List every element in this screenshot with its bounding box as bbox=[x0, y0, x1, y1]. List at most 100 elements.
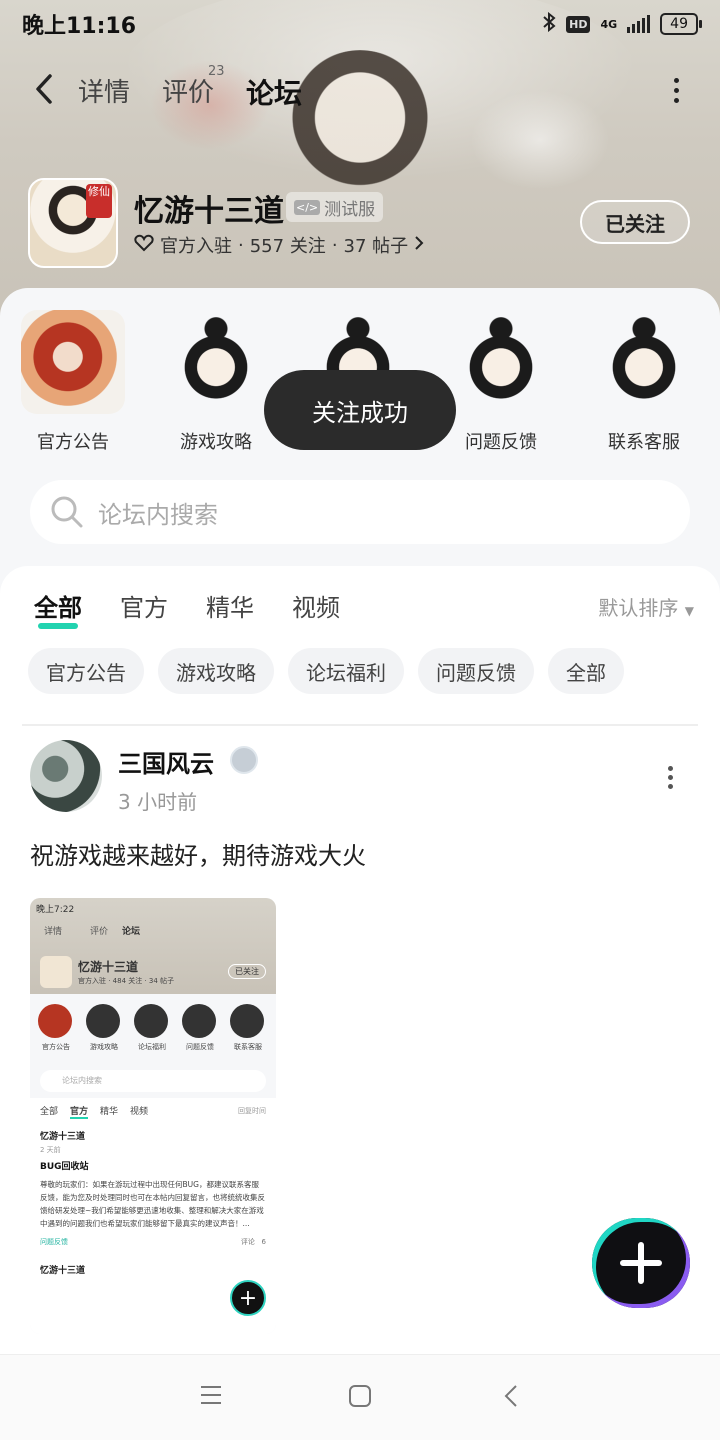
thumb-categories: 官方公告 游戏攻略 论坛福利 问题反馈 联系客服 bbox=[30, 994, 276, 1070]
followed-button[interactable]: 已关注 bbox=[580, 200, 690, 244]
game-icon: 修仙 bbox=[28, 178, 118, 268]
category-label: 游戏攻略 bbox=[180, 432, 252, 453]
author-avatar[interactable] bbox=[30, 740, 102, 812]
battery-icon: 49 bbox=[660, 13, 702, 35]
thumb-feed-tab: 精华 bbox=[100, 1107, 119, 1117]
thumb-sort: 回复时间 bbox=[238, 1107, 266, 1115]
thumb-tab: 详情 bbox=[44, 927, 63, 937]
category-label: 联系客服 bbox=[608, 432, 680, 453]
post-text: 祝游戏越来越好，期待游戏大火 bbox=[30, 842, 366, 870]
network-label: 4G bbox=[600, 17, 618, 31]
thumb-game-meta: 官方入驻 · 484 关注 · 34 帖子 bbox=[78, 977, 175, 985]
thumb-feed-tab: 官方 bbox=[70, 1104, 89, 1119]
post-count: 37 帖子 bbox=[343, 236, 409, 257]
review-count: 23 bbox=[208, 64, 225, 79]
hd-icon: HD bbox=[566, 15, 591, 33]
support-avatar bbox=[592, 310, 696, 414]
tab-reviews[interactable]: 评价 bbox=[162, 72, 214, 109]
thumb-comment: 评论 bbox=[240, 1238, 255, 1246]
category-feedback[interactable]: 问题反馈 bbox=[446, 310, 556, 454]
feed-tab-official[interactable]: 官方 bbox=[120, 588, 168, 623]
thumb-cat-label: 官方公告 bbox=[42, 1043, 70, 1051]
new-post-button[interactable] bbox=[592, 1218, 690, 1308]
game-icon-stamp: 修仙 bbox=[86, 184, 112, 218]
official-label: 官方入驻 bbox=[160, 236, 232, 257]
thumb-likes: 6 bbox=[261, 1238, 266, 1246]
filter-chips: 官方公告 游戏攻略 论坛福利 问题反馈 全部 bbox=[28, 648, 624, 694]
tab-details[interactable]: 详情 bbox=[78, 72, 130, 109]
forum-search-input[interactable]: 论坛内搜索 bbox=[30, 480, 690, 544]
chevron-right-icon bbox=[414, 235, 424, 256]
thumb-post-title: BUG回收站 bbox=[40, 1162, 89, 1172]
follow-count: 557 关注 bbox=[249, 236, 326, 257]
thumb-feed-tab: 视频 bbox=[130, 1107, 149, 1117]
thumb-post: 忆游十三道 2 天前 BUG回收站 尊敬的玩家们：如果在游玩过程中出现任何BUG… bbox=[40, 1131, 266, 1249]
feed-tab-all[interactable]: 全部 bbox=[34, 588, 82, 629]
thumb-post2-author: 忆游十三道 bbox=[40, 1266, 86, 1276]
guides-avatar bbox=[164, 310, 268, 414]
game-info: 修仙 忆游十三道 </> 测试服 官方入驻 · 557 关注 · 37 帖子 已… bbox=[28, 178, 698, 268]
system-nav-bar bbox=[0, 1354, 720, 1440]
bluetooth-icon bbox=[542, 11, 556, 36]
chip-guides[interactable]: 游戏攻略 bbox=[158, 648, 274, 694]
game-meta[interactable]: 官方入驻 · 557 关注 · 37 帖子 bbox=[134, 232, 424, 258]
verified-heart-icon bbox=[134, 234, 154, 257]
game-banner bbox=[0, 0, 720, 320]
sort-dropdown[interactable]: 默认排序 ▼ bbox=[598, 592, 694, 621]
feed-tabs: 全部 官方 精华 视频 bbox=[34, 588, 340, 629]
post-image[interactable]: 晚上7:22 详情 评价 论坛 忆游十三道 官方入驻 · 484 关注 · 34… bbox=[30, 898, 276, 1334]
test-server-badge: </> 测试服 bbox=[286, 192, 384, 222]
category-announcement[interactable]: 官方公告 bbox=[18, 310, 128, 454]
thumb-cat-avatar bbox=[134, 1004, 168, 1038]
thumb-feed: 全部 官方 精华 视频 回复时间 忆游十三道 2 天前 BUG回收站 尊敬的玩家… bbox=[30, 1098, 276, 1334]
menu-icon[interactable] bbox=[200, 1385, 222, 1409]
test-server-label: 测试服 bbox=[324, 199, 376, 220]
chip-feedback[interactable]: 问题反馈 bbox=[418, 648, 534, 694]
back-icon[interactable] bbox=[504, 1385, 518, 1411]
post-more-icon[interactable] bbox=[668, 766, 674, 793]
thumb-fab-icon: + bbox=[230, 1280, 266, 1316]
divider bbox=[22, 724, 698, 726]
feedback-avatar bbox=[449, 310, 553, 414]
thumb-post-footer: 问题反馈 评论 6 bbox=[40, 1236, 266, 1249]
chip-announcement[interactable]: 官方公告 bbox=[28, 648, 144, 694]
thumb-game-icon bbox=[40, 956, 72, 988]
thumb-feed-tabs: 全部 官方 精华 视频 bbox=[40, 1104, 266, 1119]
code-icon: </> bbox=[294, 199, 321, 215]
thumb-post-author: 忆游十三道 bbox=[40, 1132, 86, 1142]
thumb-cat-label: 问题反馈 bbox=[186, 1043, 214, 1051]
status-time: 晚上11:16 bbox=[22, 14, 137, 39]
more-options-icon[interactable] bbox=[672, 78, 680, 104]
caret-down-icon: ▼ bbox=[684, 604, 694, 618]
thumb-time: 晚上7:22 bbox=[36, 905, 75, 915]
feed-tab-featured[interactable]: 精华 bbox=[206, 588, 254, 623]
thumb-follow: 已关注 bbox=[228, 964, 266, 979]
thumb-cat-avatar bbox=[38, 1004, 72, 1038]
chip-all[interactable]: 全部 bbox=[548, 648, 624, 694]
toast-message: 关注成功 bbox=[264, 370, 456, 450]
thumb-post-body: 尊敬的玩家们：如果在游玩过程中出现任何BUG，都建议联系客服反馈，能为您及时处理… bbox=[40, 1180, 265, 1228]
thumb-cat-avatar bbox=[230, 1004, 264, 1038]
plus-icon bbox=[620, 1242, 662, 1284]
category-guides[interactable]: 游戏攻略 bbox=[161, 310, 271, 454]
thumb-cat-label: 论坛福利 bbox=[138, 1043, 166, 1051]
home-icon[interactable] bbox=[349, 1385, 371, 1411]
search-placeholder: 论坛内搜索 bbox=[98, 500, 218, 529]
top-nav: 详情 评价 23 论坛 bbox=[0, 60, 720, 120]
tab-forum[interactable]: 论坛 bbox=[246, 72, 302, 112]
author-badge-icon bbox=[230, 746, 258, 774]
status-bar: 晚上11:16 HD 4G 49 bbox=[0, 0, 720, 48]
thumb-tab: 评价 bbox=[90, 927, 109, 937]
thumb-search: 论坛内搜索 bbox=[40, 1070, 266, 1092]
chip-benefits[interactable]: 论坛福利 bbox=[288, 648, 404, 694]
sort-label: 默认排序 bbox=[598, 596, 679, 620]
back-arrow-icon[interactable] bbox=[30, 72, 60, 106]
feed-tab-video[interactable]: 视频 bbox=[292, 588, 340, 623]
thumb-game-title: 忆游十三道 bbox=[78, 960, 139, 974]
signal-icon bbox=[627, 15, 651, 33]
post-time: 3 小时前 bbox=[118, 790, 198, 814]
thumb-feed-tab: 全部 bbox=[40, 1107, 59, 1117]
thumb-post-time: 2 天前 bbox=[40, 1146, 61, 1154]
author-name[interactable]: 三国风云 bbox=[118, 744, 214, 779]
category-support[interactable]: 联系客服 bbox=[589, 310, 699, 454]
